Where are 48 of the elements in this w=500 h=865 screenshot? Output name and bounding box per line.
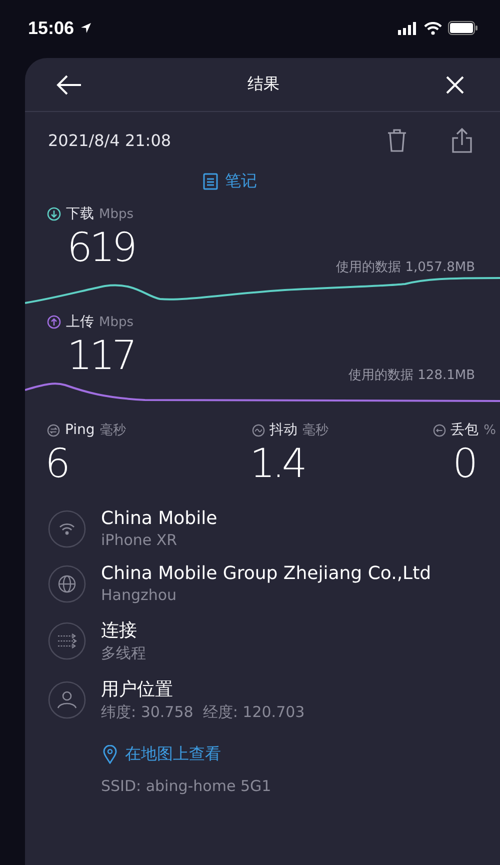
stat-value: 0 — [452, 440, 476, 488]
data-used: 使用的数据 1,057.8MB — [336, 259, 475, 276]
detail-title: China Mobile — [101, 508, 218, 529]
detail-title: 连接 — [101, 619, 138, 642]
speed-unit: Mbps — [99, 314, 134, 330]
stat-icon — [47, 424, 60, 436]
stat-icon — [432, 424, 446, 436]
stat-value: 6 — [44, 440, 68, 488]
globe-icon — [48, 564, 86, 602]
stat-label: 丢包 — [450, 421, 479, 439]
detail-subtitle: 多线程 — [101, 644, 146, 663]
close-icon[interactable] — [445, 74, 465, 94]
detail-subtitle: Hangzhou — [101, 586, 178, 604]
trash-icon[interactable] — [387, 128, 407, 152]
stat-icon — [252, 424, 265, 436]
wifi-icon — [424, 22, 442, 34]
detail-title: 用户位置 — [101, 678, 174, 701]
detail-title: China Mobile Group Zhejiang Co.,Ltd — [101, 563, 432, 584]
stat-unit: 毫秒 — [302, 422, 329, 439]
view-on-map-link[interactable]: 在地图上查看 — [103, 744, 233, 765]
screen-title: 结果 — [248, 74, 280, 95]
share-icon[interactable] — [452, 127, 472, 153]
speed-value: 117 — [67, 332, 134, 380]
signal-icon — [398, 22, 418, 34]
stat-label: 抖动 — [270, 421, 298, 439]
back-arrow-icon[interactable] — [56, 74, 82, 94]
battery-icon — [448, 21, 478, 35]
speed-value: 619 — [67, 224, 134, 272]
person-icon — [48, 680, 86, 718]
stat-unit: % — [484, 422, 496, 438]
notes-link[interactable]: 笔记 — [170, 168, 290, 194]
speed-label: 下载 — [66, 205, 94, 223]
stat-label: Ping — [65, 422, 95, 438]
notes-icon — [203, 172, 218, 190]
map-pin-icon — [103, 745, 117, 764]
location-arrow-icon — [80, 22, 92, 34]
result-date: 2021/8/4 21:08 — [48, 130, 172, 150]
ssid-text: SSID: abing-home 5G1 — [101, 777, 272, 795]
detail-subtitle: 纬度: 30.758 经度: 120.703 — [101, 703, 305, 722]
speed-unit: Mbps — [99, 206, 134, 222]
stat-value: 1.4 — [248, 440, 306, 488]
detail-subtitle: iPhone XR — [101, 531, 178, 549]
status-time: 15:06 — [28, 18, 74, 38]
speed-label: 上传 — [66, 313, 94, 331]
wifi-icon — [48, 510, 86, 548]
stat-unit: 毫秒 — [100, 422, 126, 439]
arrows-icon — [48, 622, 86, 660]
data-used: 使用的数据 128.1MB — [348, 367, 475, 384]
